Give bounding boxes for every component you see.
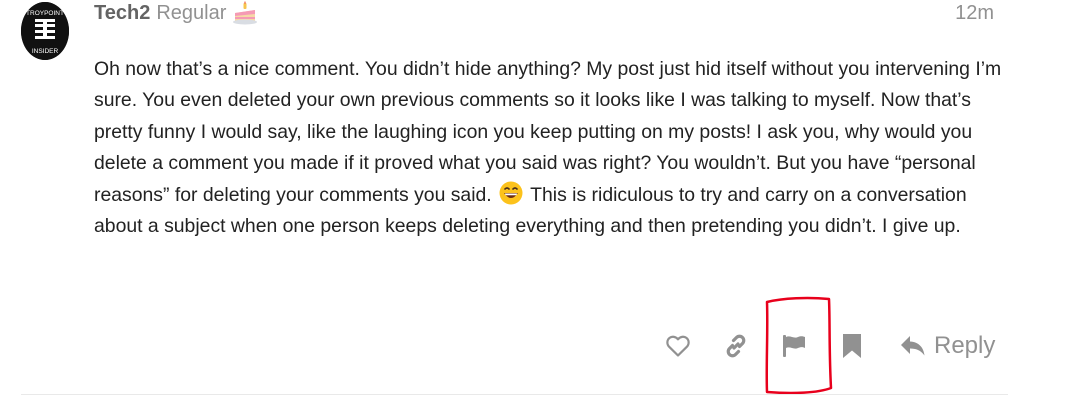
avatar-bottom-text: INSIDER <box>32 48 59 55</box>
username[interactable]: Tech2 <box>94 2 150 25</box>
avatar-top-text: TROYPOINT <box>26 10 64 17</box>
post-actions: Reply <box>660 326 995 366</box>
cake-icon <box>232 1 258 25</box>
bookmark-icon <box>843 334 861 358</box>
post-divider <box>21 394 1008 395</box>
user-avatar[interactable]: TROYPOINT INSIDER <box>21 2 69 60</box>
flag-button[interactable] <box>776 326 812 366</box>
like-button[interactable] <box>660 326 696 366</box>
post-body: Oh now that’s a nice comment. You didn’t… <box>94 54 1009 242</box>
grinning-face-emoji-icon <box>499 181 523 205</box>
reply-label: Reply <box>934 332 996 359</box>
bookmark-button[interactable] <box>834 326 870 366</box>
post-header: Tech2 Regular <box>94 0 258 26</box>
reply-button[interactable]: Reply <box>900 326 995 366</box>
link-icon <box>726 334 746 358</box>
heart-icon <box>666 335 690 357</box>
post-paragraph: Oh now that’s a nice comment. You didn’t… <box>94 54 1009 242</box>
flag-icon <box>783 335 805 357</box>
user-title: Regular <box>156 1 227 24</box>
post-timestamp[interactable]: 12m <box>955 0 994 26</box>
reply-arrow-icon <box>901 336 925 356</box>
copy-link-button[interactable] <box>718 326 754 366</box>
